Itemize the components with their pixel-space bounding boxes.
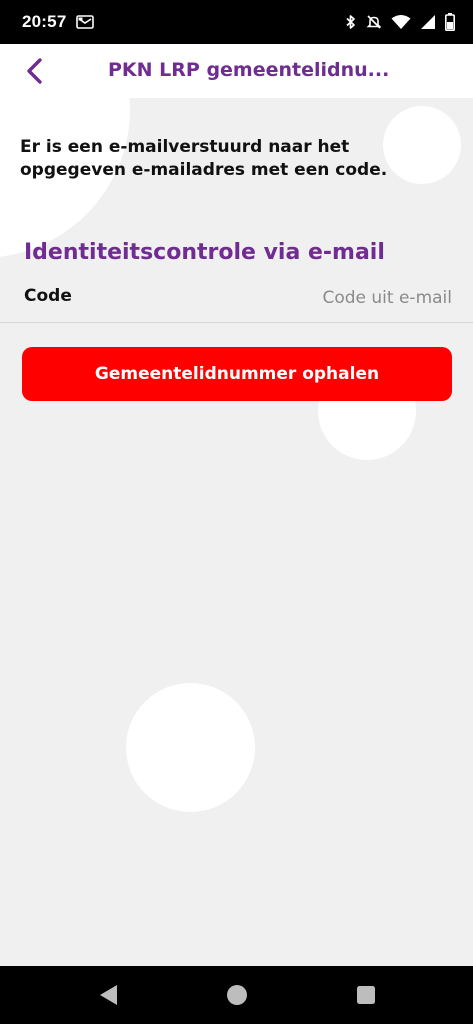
wifi-icon bbox=[391, 14, 411, 30]
code-input[interactable] bbox=[190, 282, 452, 314]
chevron-left-icon bbox=[27, 58, 42, 84]
main-content: Er is een e-mailverstuurd naar het opgeg… bbox=[0, 0, 473, 1024]
mute-icon bbox=[366, 14, 382, 30]
notification-icon bbox=[76, 15, 95, 29]
nav-home-icon[interactable] bbox=[226, 983, 248, 1011]
battery-icon bbox=[445, 13, 455, 31]
nav-bar bbox=[0, 966, 473, 1024]
code-label: Code bbox=[24, 286, 72, 306]
bluetooth-icon bbox=[345, 14, 357, 30]
fetch-member-number-button[interactable]: Gemeentelidnummer ophalen bbox=[22, 347, 452, 401]
status-icons bbox=[345, 13, 455, 31]
status-bar: 20:57 bbox=[0, 0, 473, 44]
back-button[interactable] bbox=[20, 56, 48, 86]
signal-icon bbox=[420, 14, 436, 30]
divider bbox=[0, 322, 473, 323]
section-title: Identiteitscontrole via e-mail bbox=[24, 240, 385, 265]
status-time: 20:57 bbox=[22, 12, 67, 31]
info-text: Er is een e-mailverstuurd naar het opgeg… bbox=[20, 137, 388, 180]
nav-recents-icon[interactable] bbox=[356, 983, 376, 1011]
screen: 20:57 PKN LRP gemeentelidnu... Er is een… bbox=[0, 0, 473, 1024]
code-row: Code bbox=[0, 278, 473, 324]
page-title: PKN LRP gemeentelidnu... bbox=[108, 59, 390, 81]
nav-back-icon[interactable] bbox=[97, 983, 119, 1011]
app-bar: PKN LRP gemeentelidnu... bbox=[0, 44, 473, 98]
